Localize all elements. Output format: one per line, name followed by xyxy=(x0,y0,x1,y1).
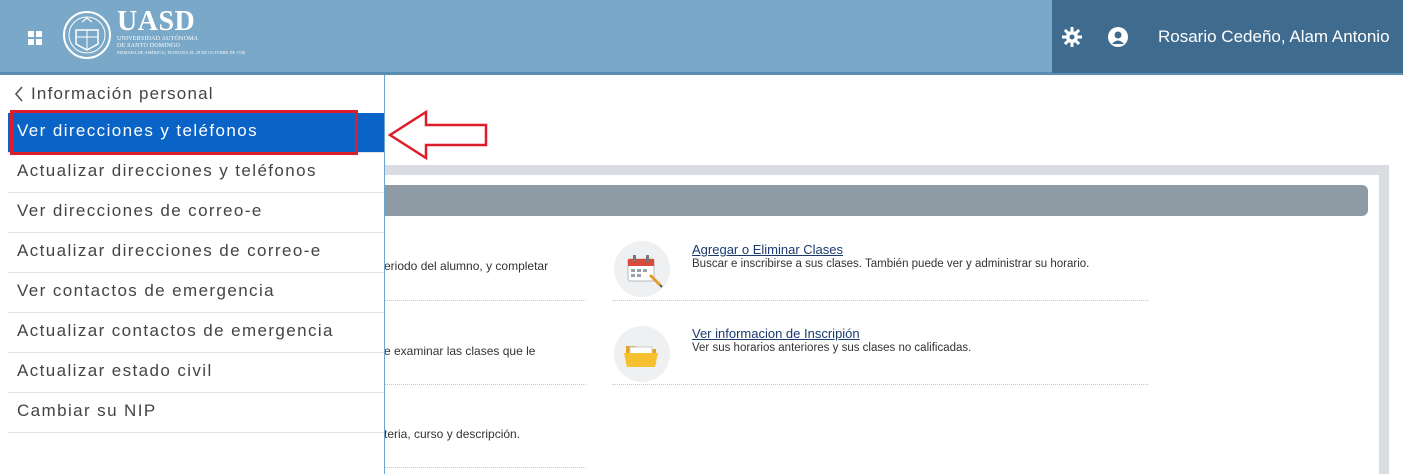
menu-item-actualizar-direcciones-telefonos[interactable]: Actualizar direcciones y teléfonos xyxy=(8,153,384,193)
chevron-left-icon xyxy=(14,86,23,102)
menu-list: Ver direcciones y teléfonos Actualizar d… xyxy=(8,113,384,433)
apps-grid-icon[interactable] xyxy=(28,31,42,45)
registration-info-link[interactable]: Ver informacion de Inscripión xyxy=(692,326,860,341)
left-card-description-3: teria, curso y descripción. xyxy=(384,427,521,441)
university-seal-logo[interactable] xyxy=(62,4,112,66)
folder-icon[interactable] xyxy=(614,326,670,382)
left-card-description-2: e examinar las clases que le xyxy=(384,344,536,358)
menu-item-label: Actualizar direcciones y teléfonos xyxy=(17,161,317,180)
menu-item-label: Actualizar contactos de emergencia xyxy=(17,321,334,340)
menu-back-label: Información personal xyxy=(31,84,214,103)
menu-item-label: Ver contactos de emergencia xyxy=(17,281,275,300)
row-separator xyxy=(384,467,586,469)
menu-item-ver-correo[interactable]: Ver direcciones de correo-e xyxy=(8,193,384,233)
university-logo-text: UASD Universidad Autónoma de Santo Domin… xyxy=(117,8,245,56)
gear-icon[interactable] xyxy=(1062,27,1082,47)
menu-item-label: Ver direcciones de correo-e xyxy=(17,201,263,220)
menu-item-ver-contactos-emergencia[interactable]: Ver contactos de emergencia xyxy=(8,273,384,313)
user-area: Rosario Cedeño, Alam Antonio xyxy=(1052,0,1403,73)
row-separator xyxy=(612,384,1148,386)
menu-item-actualizar-correo[interactable]: Actualizar direcciones de correo-e xyxy=(8,233,384,273)
personal-info-menu: Información personal Ver direcciones y t… xyxy=(8,75,385,474)
logo-abbreviation: UASD xyxy=(117,6,196,37)
annotation-arrow-icon xyxy=(387,109,488,161)
add-drop-classes-description: Buscar e inscribirse a sus clases. Tambi… xyxy=(692,258,1090,270)
menu-item-label: Ver direcciones y teléfonos xyxy=(17,121,258,140)
calendar-icon[interactable] xyxy=(614,241,670,297)
menu-item-actualizar-contactos-emergencia[interactable]: Actualizar contactos de emergencia xyxy=(8,313,384,353)
menu-item-actualizar-estado-civil[interactable]: Actualizar estado civil xyxy=(8,353,384,393)
user-icon[interactable] xyxy=(1108,27,1128,47)
user-name[interactable]: Rosario Cedeño, Alam Antonio xyxy=(1158,27,1390,47)
menu-item-label: Actualizar estado civil xyxy=(17,361,213,380)
logo-line-3: Primada de América | Fundada el 28 de oc… xyxy=(117,50,246,55)
menu-item-label: Actualizar direcciones de correo-e xyxy=(17,241,322,260)
menu-item-label: Cambiar su NIP xyxy=(17,401,157,420)
menu-item-ver-direcciones-telefonos[interactable]: Ver direcciones y teléfonos xyxy=(8,113,384,153)
left-card-description-1: eriodo del alumno, y completar xyxy=(384,259,549,273)
content-panel xyxy=(384,175,1379,474)
menu-back-button[interactable]: Información personal xyxy=(8,75,384,113)
row-separator xyxy=(612,300,1148,302)
row-separator xyxy=(384,384,586,386)
logo-line-2: de Santo Domingo xyxy=(117,43,181,49)
menu-item-cambiar-nip[interactable]: Cambiar su NIP xyxy=(8,393,384,433)
logo-line-1: Universidad Autónoma xyxy=(117,36,199,42)
add-drop-classes-link[interactable]: Agregar o Eliminar Clases xyxy=(692,242,843,257)
section-header-bar xyxy=(384,185,1368,216)
registration-info-description: Ver sus horarios anteriores y sus clases… xyxy=(692,342,972,354)
row-separator xyxy=(384,300,586,302)
